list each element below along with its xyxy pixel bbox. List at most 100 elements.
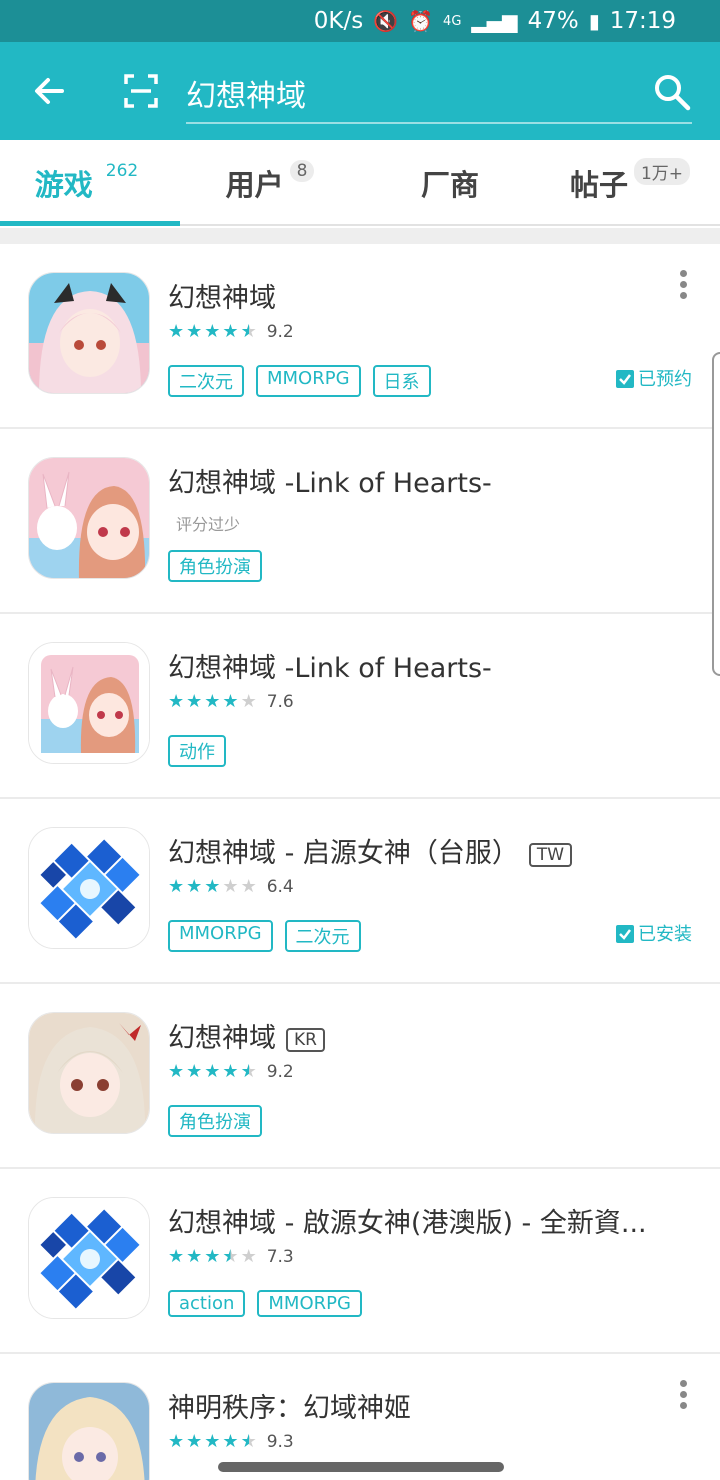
list-item[interactable]: 幻想神域 - 啟源女神(港澳版) - 全新資... ★ ★ ★ ★ ★ 7.3 actio…	[0, 1169, 720, 1354]
star-icon: ★	[204, 1431, 221, 1452]
star-rating: ★ ★ ★ ★ ★ 6.4	[168, 876, 294, 898]
star-icon: ★	[204, 876, 221, 897]
star-icon: ★	[222, 876, 239, 897]
signal-icon: ▂▄▆	[471, 9, 518, 33]
game-title-text: 幻想神域 - 啟源女神(港澳版) - 全新資...	[168, 1208, 647, 1239]
game-title: 幻想神域 -Link of Hearts-	[168, 646, 492, 685]
game-icon-blue-crystal	[28, 827, 150, 949]
tab-label: 帖子	[569, 168, 628, 202]
star-icon: ★	[240, 1431, 257, 1452]
network-speed: 0K/s	[313, 8, 364, 34]
genre-tag[interactable]: 角色扮演	[168, 550, 262, 582]
network-type: 4G	[443, 13, 462, 29]
list-item[interactable]: 幻想神域 - 启源女神（台服） TW ★ ★ ★ ★ ★ 6.4 MMORPG 二次元 已安…	[0, 799, 720, 984]
search-box	[186, 66, 692, 124]
edge-panel-handle[interactable]	[712, 352, 720, 676]
search-input[interactable]	[186, 72, 626, 114]
list-item[interactable]: 幻想神域 ★ ★ ★ ★ ★ 9.2 二次元 MMORPG 日系 已预约	[0, 244, 720, 429]
star-icon: ★	[168, 321, 185, 342]
game-title-text: 幻想神域 -Link of Hearts-	[168, 653, 492, 684]
genre-tag[interactable]: MMORPG	[256, 365, 361, 397]
genre-tag[interactable]: action	[168, 1290, 246, 1317]
game-title: 幻想神域 -Link of Hearts-	[168, 461, 492, 500]
star-icon: ★	[168, 1431, 185, 1452]
reserved-status[interactable]: 已预约	[615, 365, 692, 391]
star-icon: ★	[240, 1246, 257, 1267]
tab-count-badge: 8	[289, 160, 315, 182]
list-item[interactable]: 幻想神域 -Link of Hearts- 评分过少 角色扮演	[0, 429, 720, 614]
clock: 17:19	[609, 8, 676, 34]
tab-users[interactable]: 用户 8	[180, 140, 360, 226]
star-rating: ★ ★ ★ ★ ★ 7.6	[168, 691, 294, 713]
rating-score: 9.3	[266, 1432, 294, 1452]
genre-tag[interactable]: 二次元	[284, 920, 361, 952]
star-icon: ★	[222, 1061, 239, 1082]
result-tabs: 游戏 262 用户 8 厂商 帖子 1万+	[0, 140, 720, 226]
star-icon: ★	[222, 691, 239, 712]
list-item[interactable]: 幻想神域 KR ★ ★ ★ ★ ★ 9.2 角色扮演	[0, 984, 720, 1169]
tab-label: 用户	[225, 168, 284, 202]
active-tab-indicator	[0, 221, 180, 226]
genre-tag[interactable]: 动作	[168, 735, 226, 767]
more-options-icon[interactable]	[678, 1378, 688, 1412]
game-result-list: 幻想神域 ★ ★ ★ ★ ★ 9.2 二次元 MMORPG 日系 已预约 幻想神…	[0, 244, 720, 1480]
rating-score: 9.2	[266, 1062, 294, 1082]
back-arrow-icon[interactable]	[28, 70, 70, 112]
star-icon: ★	[186, 321, 203, 342]
star-icon: ★	[222, 1431, 239, 1452]
tag-list: MMORPG 二次元	[168, 920, 361, 952]
game-title: 幻想神域 - 啟源女神(港澳版) - 全新資...	[168, 1201, 647, 1240]
more-options-icon[interactable]	[678, 268, 688, 302]
game-title-text: 幻想神域	[168, 283, 276, 314]
battery-icon: ▮	[588, 9, 600, 33]
tab-count-badge: 262	[105, 161, 139, 181]
star-icon: ★	[240, 691, 257, 712]
tab-label: 厂商	[420, 168, 479, 202]
game-icon-blue-crystal	[28, 1197, 150, 1319]
genre-tag[interactable]: MMORPG	[257, 1290, 362, 1317]
tag-list: 角色扮演	[168, 1105, 262, 1137]
alarm-icon: ⏰	[408, 9, 434, 33]
genre-tag[interactable]: 二次元	[168, 365, 244, 397]
tab-posts[interactable]: 帖子 1万+	[540, 140, 720, 226]
star-icon: ★	[186, 1061, 203, 1082]
genre-tag[interactable]: MMORPG	[168, 920, 273, 952]
scan-icon[interactable]	[122, 72, 160, 110]
game-title-text: 幻想神域 - 启源女神（台服）	[168, 838, 519, 869]
divider	[0, 228, 720, 244]
game-title-text: 神明秩序：幻域神姬	[168, 1393, 411, 1424]
star-icon: ★	[240, 1061, 257, 1082]
game-title: 幻想神域 KR	[168, 1016, 325, 1055]
clipboard-check-icon	[616, 925, 634, 943]
installed-status[interactable]: 已安装	[615, 920, 692, 946]
tag-list: 角色扮演	[168, 550, 262, 582]
star-icon: ★	[186, 691, 203, 712]
tab-games[interactable]: 游戏 262	[0, 140, 180, 226]
star-icon: ★	[222, 1246, 239, 1267]
game-title: 神明秩序：幻域神姬	[168, 1386, 411, 1425]
clipboard-check-icon	[616, 370, 634, 388]
rating-score: 7.6	[266, 692, 294, 712]
search-toolbar	[0, 42, 720, 140]
genre-tag[interactable]: 角色扮演	[168, 1105, 262, 1137]
rating-score: 7.3	[266, 1247, 294, 1267]
game-title: 幻想神域	[168, 276, 276, 315]
star-rating: ★ ★ ★ ★ ★ 9.2	[168, 1061, 294, 1083]
region-badge: KR	[286, 1027, 325, 1052]
search-icon[interactable]	[652, 72, 692, 112]
game-title: 幻想神域 - 启源女神（台服） TW	[168, 831, 573, 870]
game-icon-anime-girl	[28, 1012, 150, 1134]
game-title-text: 幻想神域	[168, 1023, 276, 1054]
tab-vendors[interactable]: 厂商	[360, 140, 540, 226]
star-rating: ★ ★ ★ ★ ★ 9.3	[168, 1431, 294, 1453]
tag-list: 动作	[168, 735, 226, 767]
game-title-text: 幻想神域 -Link of Hearts-	[168, 468, 492, 499]
star-icon: ★	[168, 1246, 185, 1267]
game-icon-anime-elf	[28, 272, 150, 394]
genre-tag[interactable]: 日系	[372, 365, 431, 397]
rating-note-text: 评分过少	[176, 515, 241, 534]
list-item[interactable]: 幻想神域 -Link of Hearts- ★ ★ ★ ★ ★ 7.6 动作	[0, 614, 720, 799]
rating-score: 9.2	[266, 322, 294, 342]
star-rating: ★ ★ ★ ★ ★ 7.3	[168, 1246, 294, 1268]
star-icon: ★	[204, 1246, 221, 1267]
